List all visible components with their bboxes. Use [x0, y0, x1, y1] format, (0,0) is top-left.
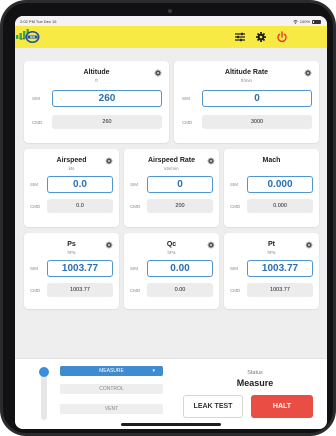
altitude-cmd-value: 260: [52, 115, 162, 129]
wifi-signal-icon: [293, 19, 298, 24]
qc-cmd-value: 0.00: [147, 283, 213, 297]
airspeed-sim-input[interactable]: 0.0: [47, 176, 113, 193]
app-screen: 2:02 PM Tue Dec 15 100% DHS Wifi Altitud…: [15, 16, 327, 429]
pt-settings-gear-icon[interactable]: [305, 241, 313, 249]
mode-measure-button[interactable]: MEASURE ▾: [60, 366, 163, 376]
airspeed-rate-cmd-value[interactable]: 200: [147, 199, 213, 213]
tablet-bezel: 2:02 PM Tue Dec 15 100% DHS Wifi Altitud…: [3, 3, 333, 433]
altitude-sim-input[interactable]: 260: [52, 90, 162, 107]
qc-settings-gear-icon[interactable]: [207, 241, 215, 249]
altitude-sim-label: SIM: [32, 96, 41, 101]
airspeed-rate-card: Airspeed Rate kts/min SIM 0 CMD 200: [124, 149, 219, 227]
home-indicator[interactable]: [121, 423, 221, 426]
mach-sim-input[interactable]: 0.000: [247, 176, 313, 193]
battery-icon: [312, 19, 321, 24]
altitude-unit: ft: [95, 78, 98, 83]
pt-unit: hPa: [267, 250, 276, 255]
mach-title: Mach: [262, 157, 281, 164]
airspeed-rate-sim-label: SIM: [130, 182, 139, 187]
power-icon[interactable]: [276, 31, 288, 43]
leak-test-button[interactable]: LEAK TEST: [183, 395, 243, 418]
ps-settings-gear-icon[interactable]: [105, 241, 113, 249]
qc-sim-input[interactable]: 0.00: [147, 260, 213, 277]
sliders-icon[interactable]: [234, 31, 246, 43]
qc-card: Qc hPa SIM 0.00 CMD 0.00: [124, 233, 219, 309]
pt-sim-input[interactable]: 1003.77: [247, 260, 313, 277]
ps-sim-input[interactable]: 1003.77: [47, 260, 113, 277]
app-header: DHS Wifi: [15, 26, 327, 48]
mach-cmd-value: 0.000: [247, 199, 313, 213]
altitude-rate-card: Altitude Rate ft/min SIM 0 CMD 3000: [174, 61, 319, 143]
altitude-rate-cmd-label: CMD: [182, 120, 193, 125]
altitude-cmd-label: CMD: [32, 120, 43, 125]
qc-cmd-label: CMD: [130, 288, 141, 293]
altitude-rate-cmd-value[interactable]: 3000: [202, 115, 312, 129]
airspeed-settings-gear-icon[interactable]: [105, 157, 113, 165]
qc-unit: hPa: [167, 250, 176, 255]
altitude-title: Altitude: [83, 69, 110, 76]
ps-cmd-label: CMD: [30, 288, 41, 293]
airspeed-unit: kts: [68, 166, 75, 171]
mode-vent-button[interactable]: VENT: [60, 404, 163, 414]
status-indicators: 100%: [293, 19, 321, 24]
airspeed-rate-settings-gear-icon[interactable]: [207, 157, 215, 165]
qc-title: Qc: [166, 241, 177, 248]
ps-sim-label: SIM: [30, 266, 39, 271]
airspeed-rate-title: Airspeed Rate: [147, 157, 196, 164]
pt-cmd-label: CMD: [230, 288, 241, 293]
airspeed-cmd-label: CMD: [30, 204, 41, 209]
airspeed-card: Airspeed kts SIM 0.0 CMD 0.0: [24, 149, 119, 227]
halt-button[interactable]: HALT: [251, 395, 313, 418]
gear-icon[interactable]: [255, 31, 267, 43]
status-value: Measure: [236, 378, 274, 388]
mach-card: Mach SIM 0.000 CMD 0.000: [224, 149, 319, 227]
airspeed-rate-sim-input[interactable]: 0: [147, 176, 213, 193]
mode-measure-label: MEASURE: [99, 368, 124, 374]
airspeed-rate-unit: kts/min: [164, 166, 179, 171]
pt-card: Pt hPa SIM 1003.77 CMD 1003.77: [224, 233, 319, 309]
wifi-label: Wifi: [19, 37, 25, 41]
mach-sim-label: SIM: [230, 182, 239, 187]
airspeed-rate-cmd-label: CMD: [130, 204, 141, 209]
status-label: Status: [247, 370, 263, 376]
altitude-rate-title: Altitude Rate: [224, 69, 269, 76]
svg-text:DHS: DHS: [30, 36, 36, 39]
pt-sim-label: SIM: [230, 266, 239, 271]
altitude-rate-unit: ft/min: [240, 78, 252, 83]
mode-control-button[interactable]: CONTROL: [60, 384, 163, 394]
altitude-rate-sim-label: SIM: [182, 96, 191, 101]
airspeed-cmd-value: 0.0: [47, 199, 113, 213]
battery-percent: 100%: [299, 19, 310, 24]
pt-cmd-value: 1003.77: [247, 283, 313, 297]
ps-unit: hPa: [67, 250, 76, 255]
qc-sim-label: SIM: [130, 266, 139, 271]
ps-card: Ps hPa SIM 1003.77 CMD 1003.77: [24, 233, 119, 309]
altitude-card: Altitude ft SIM 260 CMD 260: [24, 61, 169, 143]
altitude-rate-sim-input[interactable]: 0: [202, 90, 312, 107]
status-time: 2:02 PM Tue Dec 15: [20, 19, 57, 24]
mode-slider-handle[interactable]: [39, 367, 49, 377]
chevron-down-icon: ▾: [152, 368, 155, 374]
ps-cmd-value: 1003.77: [47, 283, 113, 297]
tablet-frame: 2:02 PM Tue Dec 15 100% DHS Wifi Altitud…: [0, 0, 336, 436]
altitude-rate-settings-gear-icon[interactable]: [304, 69, 312, 77]
status-bar: 2:02 PM Tue Dec 15 100%: [15, 16, 327, 26]
mach-cmd-label: CMD: [230, 204, 241, 209]
altitude-settings-gear-icon[interactable]: [154, 69, 162, 77]
airspeed-sim-label: SIM: [30, 182, 39, 187]
front-camera: [168, 9, 172, 13]
